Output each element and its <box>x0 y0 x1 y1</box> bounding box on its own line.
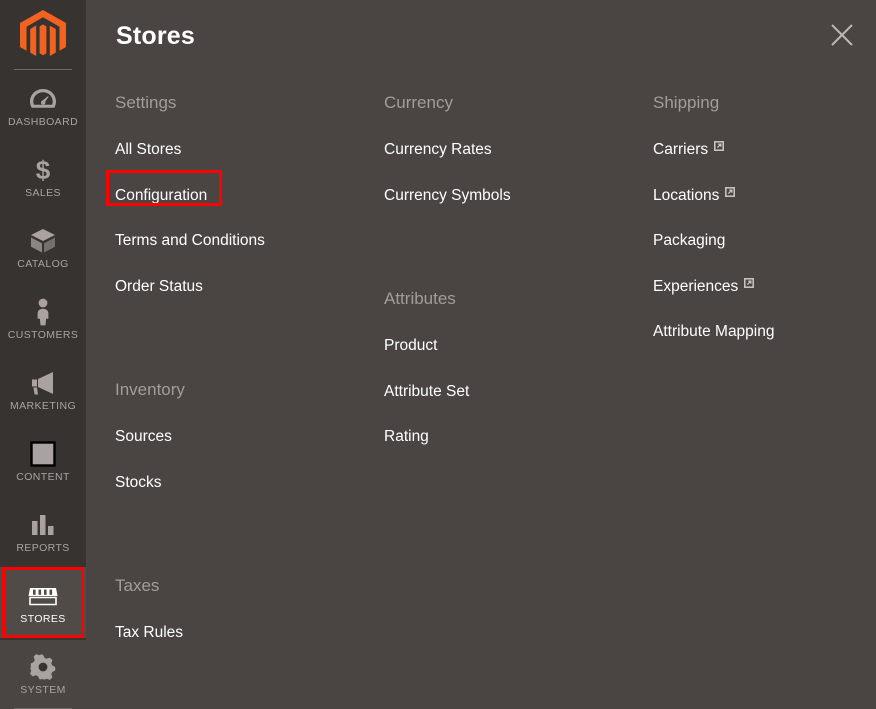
menu-link-packaging[interactable]: Packaging <box>653 233 725 249</box>
group-title-shipping: Shipping <box>653 93 720 112</box>
group-title-inventory: Inventory <box>115 380 185 399</box>
menu-link-order-status[interactable]: Order Status <box>115 278 203 295</box>
menu-link-carriers[interactable]: Carriers <box>653 139 725 158</box>
menu-link-configuration[interactable]: Configuration <box>115 187 207 204</box>
sidebar-item-reports[interactable]: REPORTS <box>0 496 86 567</box>
layout-page-icon <box>30 439 56 469</box>
menu-link-stocks[interactable]: Stocks <box>115 474 162 491</box>
sidebar-item-content[interactable]: CONTENT <box>0 425 86 496</box>
sidebar-item-label: MARKETING <box>9 399 77 412</box>
menu-link-sources[interactable]: Sources <box>115 429 172 445</box>
menu-link-attribute-set[interactable]: Attribute Set <box>384 383 469 400</box>
sidebar-item-label: STORES <box>20 612 66 625</box>
dollar-sign-icon: $ <box>34 155 52 185</box>
magento-logo[interactable] <box>0 0 86 70</box>
menu-link-currency-rates[interactable]: Currency Rates <box>384 142 492 158</box>
menu-link-locations[interactable]: Locations <box>653 185 736 204</box>
sidebar-item-label: DASHBOARD <box>7 115 79 128</box>
menu-link-tax-rules[interactable]: Tax Rules <box>115 625 183 641</box>
menu-link-all-stores[interactable]: All Stores <box>115 142 181 158</box>
bar-chart-icon <box>30 510 56 540</box>
menu-columns: Settings All Stores Configuration Terms … <box>86 72 876 670</box>
panel-header: Stores <box>86 0 876 72</box>
stores-flyout-panel: Stores Settings All Stores Configuration… <box>86 0 876 640</box>
box-package-icon <box>29 226 57 256</box>
menu-column-2: Currency Currency Rates Currency Symbols… <box>384 94 653 670</box>
sidebar-item-catalog[interactable]: CATALOG <box>0 212 86 283</box>
svg-text:$: $ <box>36 156 51 184</box>
sidebar-item-label: REPORTS <box>16 541 70 554</box>
sidebar-item-system[interactable]: SYSTEM <box>0 638 86 709</box>
magento-admin-stores-menu: DASHBOARD $ SALES CATALOG CUSTOMERS MARK… <box>0 0 876 709</box>
menu-column-3: Shipping Carriers Locations Packaging Ex… <box>653 94 876 670</box>
group-title-settings: Settings <box>115 93 177 112</box>
menu-link-experiences[interactable]: Experiences <box>653 276 755 295</box>
sidebar-item-label: CUSTOMERS <box>7 328 79 341</box>
external-link-icon <box>744 276 755 292</box>
sidebar-item-label: SYSTEM <box>20 683 66 696</box>
sidebar-item-sales[interactable]: $ SALES <box>0 141 86 212</box>
group-title-attributes: Attributes <box>384 289 456 308</box>
magento-logo-icon <box>20 10 66 56</box>
storefront-awning-icon <box>28 581 58 611</box>
gear-icon <box>30 652 56 682</box>
menu-link-currency-symbols[interactable]: Currency Symbols <box>384 187 511 204</box>
close-x-icon <box>831 24 853 46</box>
admin-sidebar: DASHBOARD $ SALES CATALOG CUSTOMERS MARK… <box>0 0 86 709</box>
sidebar-item-customers[interactable]: CUSTOMERS <box>0 283 86 354</box>
menu-link-terms-and-conditions[interactable]: Terms and Conditions <box>115 233 265 249</box>
sidebar-item-dashboard[interactable]: DASHBOARD <box>0 70 86 141</box>
group-title-currency: Currency <box>384 93 453 112</box>
page-title: Stores <box>116 21 196 50</box>
megaphone-icon <box>29 368 57 398</box>
close-button[interactable] <box>821 14 863 56</box>
menu-link-product[interactable]: Product <box>384 338 437 354</box>
sidebar-item-label: CATALOG <box>17 257 69 270</box>
group-title-taxes: Taxes <box>115 576 160 595</box>
menu-link-rating[interactable]: Rating <box>384 429 429 445</box>
sidebar-item-label: CONTENT <box>16 470 70 483</box>
menu-column-1: Settings All Stores Configuration Terms … <box>106 93 384 670</box>
dashboard-gauge-icon <box>29 84 57 114</box>
person-icon <box>33 297 53 327</box>
external-link-icon <box>725 185 736 201</box>
sidebar-item-label: SALES <box>25 186 61 199</box>
external-link-icon <box>714 139 725 155</box>
menu-link-attribute-mapping[interactable]: Attribute Mapping <box>653 324 775 340</box>
sidebar-item-stores[interactable]: STORES <box>0 567 86 638</box>
sidebar-item-marketing[interactable]: MARKETING <box>0 354 86 425</box>
